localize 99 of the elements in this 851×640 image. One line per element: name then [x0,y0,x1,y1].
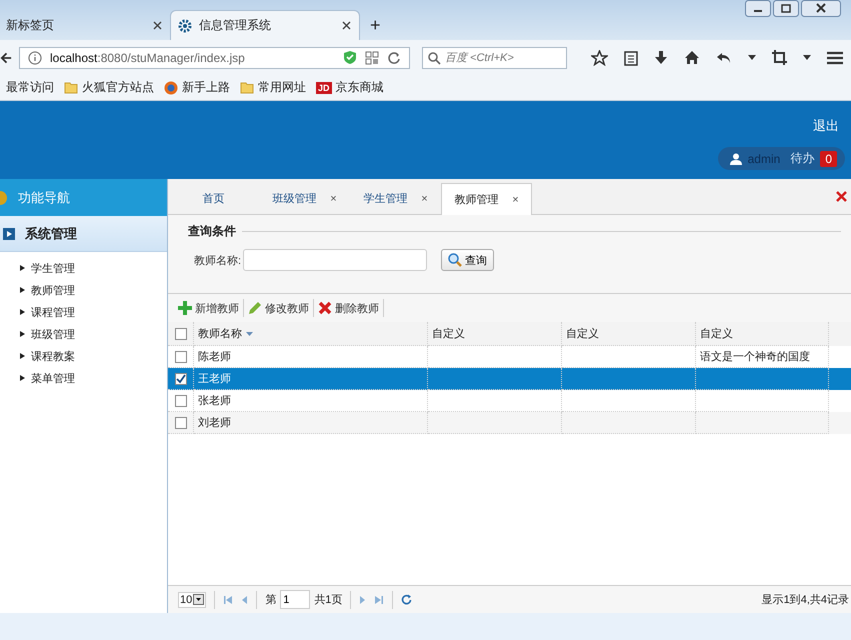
record-summary: 显示1到4,共4记录 [762,593,849,607]
caret-icon[interactable] [803,55,811,60]
folder-icon [64,81,78,94]
folder-icon [240,81,254,94]
close-icon[interactable] [153,20,162,30]
sidebar-title: 功能导航 [18,188,70,206]
search-field[interactable]: 百度 <Ctrl+K> [422,46,567,68]
star-icon[interactable] [591,50,608,66]
info-icon [28,50,42,64]
search-icon [448,253,462,267]
browser-tab[interactable]: 信息管理系统 [170,10,360,40]
toolbar-button[interactable]: 新增教师 [174,299,244,317]
expand-icon [3,228,15,240]
sidebar-group[interactable]: 系统管理 [0,216,167,252]
clipboard-icon[interactable] [624,50,638,66]
sidebar-item[interactable]: 课程管理 [31,304,75,320]
toolbar-button[interactable]: 删除教师 [314,299,384,317]
sidebar-item[interactable]: 班级管理 [31,326,75,342]
table-cell-text: 王老师 [198,372,231,386]
triangle-icon [20,265,25,271]
checkbox[interactable] [174,372,186,384]
field-label: 教师名称: [194,254,242,268]
table-cell-text: 语文是一个神奇的国度 [700,350,810,364]
minimize-icon[interactable] [745,0,771,17]
table-row[interactable]: 刘老师 [168,412,851,434]
caret-icon [193,594,204,605]
close-icon[interactable] [801,0,841,17]
column-header[interactable]: 教师名称 [194,322,428,346]
triangle-icon [20,287,25,293]
close-icon[interactable] [836,191,847,202]
todo-link[interactable]: 待办 [790,150,814,167]
column-header[interactable]: 自定义 [696,322,829,346]
triangle-icon [20,375,25,381]
delete-icon [318,301,332,315]
table-cell-text: 刘老师 [198,416,231,430]
bookmark-link[interactable]: 新手上路 [164,79,230,96]
caret-icon[interactable] [748,55,756,60]
home-icon[interactable] [684,50,700,65]
teacher-name-field[interactable] [243,249,428,271]
menu-icon[interactable] [827,50,843,64]
table-row[interactable]: 王老师 [168,368,851,390]
download-icon[interactable] [654,50,668,66]
checkbox[interactable] [174,394,186,406]
reload-icon[interactable] [387,50,401,64]
column-header[interactable]: 自定义 [428,322,562,346]
page-prefix: 第 [265,593,276,607]
qr-code-icon[interactable] [365,50,379,64]
url-text: localhost:8080/stuManager/index.jsp [50,50,246,64]
page-number-field[interactable]: 1 [280,590,310,609]
search-button[interactable]: 查询 [441,249,494,271]
tab[interactable]: 首页 [168,183,259,214]
browser-tab[interactable]: 新标签页 [0,10,170,40]
checkbox[interactable] [174,350,186,362]
bookmark-link[interactable]: JD 京东商城 [316,79,384,96]
plus-icon [178,301,192,315]
bookmark-link[interactable]: 常用网址 [240,79,306,96]
browser-tab-title: 新标签页 [6,16,55,34]
tab-close-button[interactable]: × [330,192,337,204]
table-cell-text: 陈老师 [198,350,231,364]
sidebar-item[interactable]: 课程教案 [31,348,75,364]
triangle-icon [20,331,25,337]
query-legend: 查询条件 [188,223,236,240]
user-icon [730,152,742,164]
new-tab-button[interactable]: + [360,15,391,40]
total-pages: 共1页 [314,593,342,607]
tab[interactable]: 学生管理 × [350,183,441,214]
refresh-icon[interactable] [401,594,412,605]
globe-icon [164,80,178,94]
user-name: admin [748,152,780,166]
sidebar-item[interactable]: 教师管理 [31,282,75,298]
address-bar[interactable]: localhost:8080/stuManager/index.jsp [18,46,410,68]
browser-tab-title: 信息管理系统 [199,17,272,34]
sidebar-item[interactable]: 学生管理 [31,260,75,276]
search-icon [428,52,441,64]
gear-icon [177,18,193,34]
bookmark-link[interactable]: 火狐官方站点 [64,79,154,96]
shield-icon[interactable] [343,50,357,65]
page-size-select[interactable]: 10 [178,592,206,608]
tab-close-button[interactable]: × [421,192,428,204]
todo-count-badge: 0 [820,150,837,166]
table-cell-text: 张老师 [198,394,231,408]
checkbox[interactable] [174,328,186,340]
close-icon[interactable] [342,21,351,30]
bookmark-badge: JD [316,82,332,94]
maximize-icon[interactable] [773,0,799,17]
tab[interactable]: 教师管理 × [441,183,532,215]
tab-close-button[interactable]: × [512,194,519,206]
crop-icon[interactable] [772,50,787,65]
pencil-icon [248,301,262,315]
toolbar-button[interactable]: 修改教师 [244,299,314,317]
undo-icon[interactable] [716,50,732,64]
tab[interactable]: 班级管理 × [259,183,350,214]
sidebar-item[interactable]: 菜单管理 [31,370,75,386]
column-header[interactable]: 自定义 [562,322,696,346]
logout-link[interactable]: 退出 [813,117,839,135]
triangle-icon [20,309,25,315]
triangle-icon [20,353,25,359]
bookmark-link[interactable]: 最常访问 [6,79,54,96]
checkbox[interactable] [174,416,186,428]
